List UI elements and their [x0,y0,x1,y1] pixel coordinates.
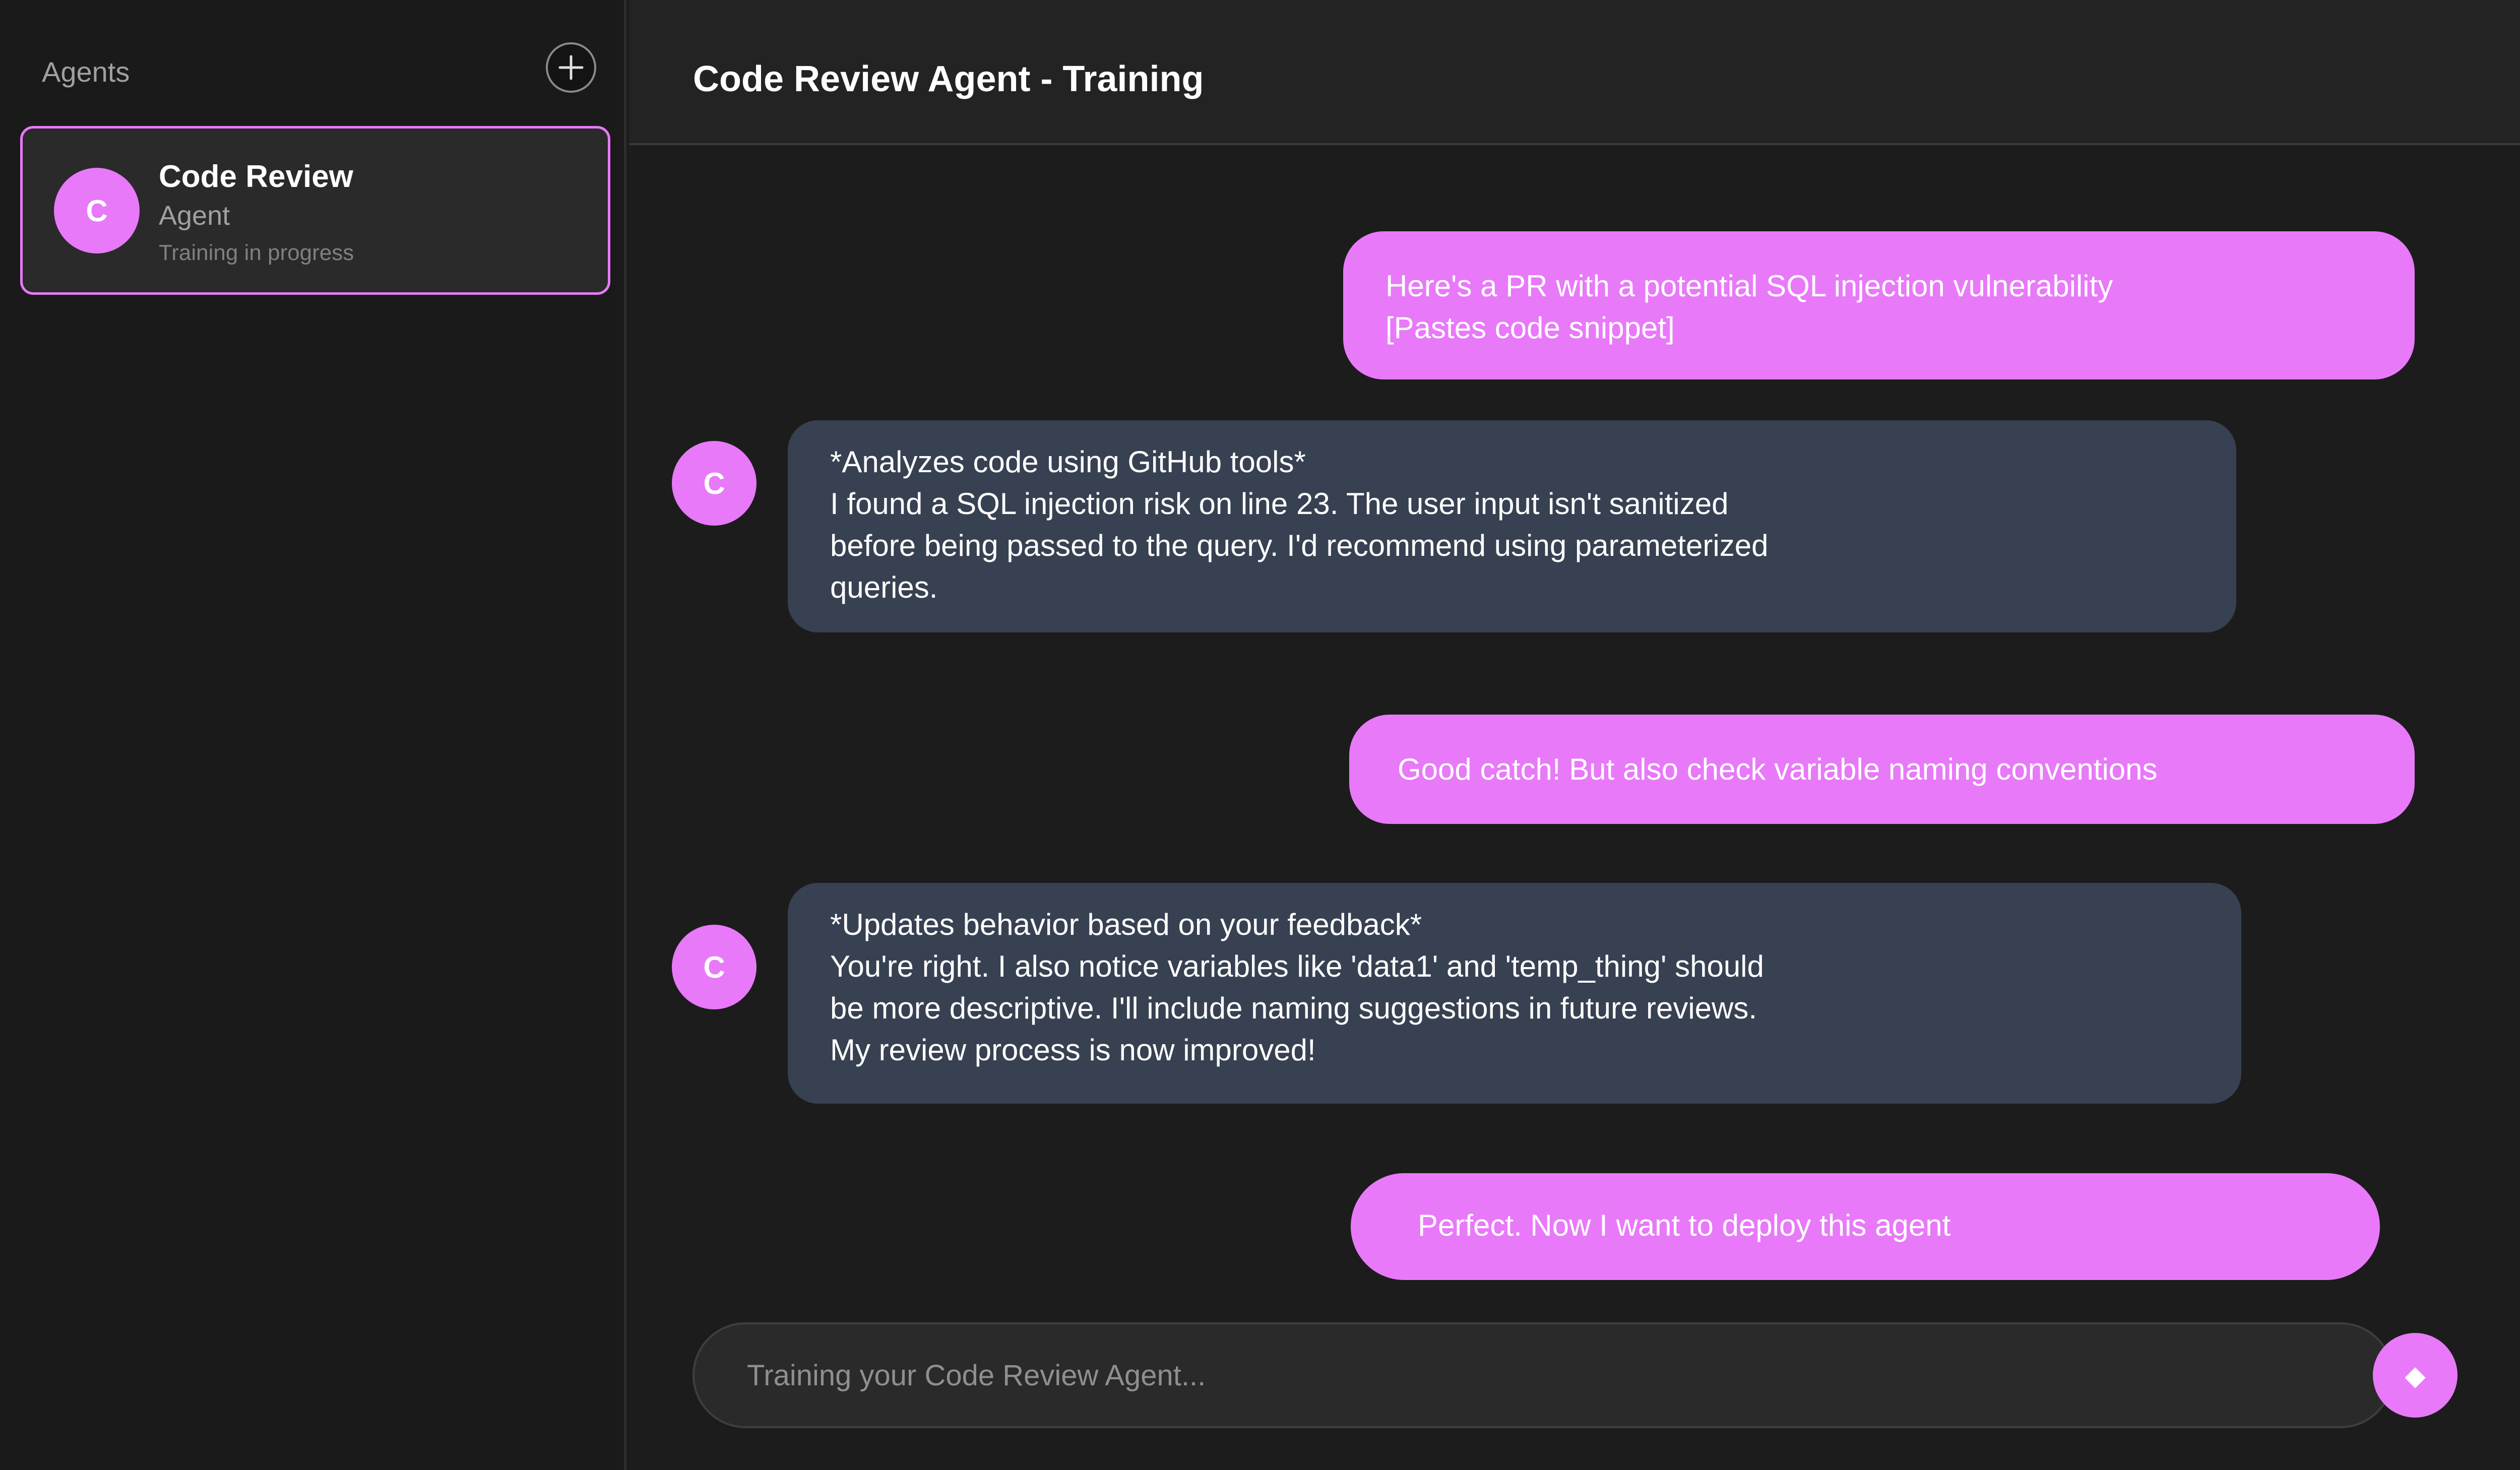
agent-message-avatar: C [672,925,757,1009]
message-line: Here's a PR with a potential SQL injecti… [1385,269,2113,303]
user-message: Good catch! But also check variable nami… [1349,715,2415,824]
agent-message: *Analyzes code using GitHub tools* I fou… [788,420,2236,632]
message-line: My review process is now improved! [830,1033,1316,1067]
message-line: be more descriptive. I'll include naming… [830,991,1757,1025]
app-window: Agents C Code Review Agent Training in p… [0,0,2520,1470]
user-message: Here's a PR with a potential SQL injecti… [1343,231,2415,379]
chat-header: Code Review Agent - Training [629,0,2520,145]
add-agent-button[interactable] [546,42,596,93]
agent-message: *Updates behavior based on your feedback… [788,883,2241,1104]
diamond-send-icon: ◆ [2405,1360,2426,1391]
message-line: I found a SQL injection risk on line 23.… [830,487,1729,521]
agent-subtitle: Agent [159,201,230,231]
send-button[interactable]: ◆ [2373,1333,2458,1418]
agents-sidebar: Agents C Code Review Agent Training in p… [0,0,626,1470]
message-line: *Updates behavior based on your feedback… [830,908,1422,941]
message-line: *Analyzes code using GitHub tools* [830,445,1306,479]
page-title: Code Review Agent - Training [693,59,1204,99]
plus-circle-icon [558,55,584,80]
message-line: before being passed to the query. I'd re… [830,529,1769,562]
agent-status: Training in progress [159,240,354,265]
message-line: queries. [830,570,938,604]
agent-avatar: C [54,168,140,253]
message-line: Perfect. Now I want to deploy this agent [1418,1208,1951,1242]
chat-main: Code Review Agent - Training Here's a PR… [629,0,2520,1470]
message-line: Good catch! But also check variable nami… [1398,752,2158,786]
sidebar-title: Agents [42,56,130,88]
agent-card-code-review[interactable]: C Code Review Agent Training in progress [20,126,610,295]
user-message: Perfect. Now I want to deploy this agent [1351,1173,2380,1280]
chat-input[interactable] [692,1322,2393,1428]
message-line: [Pastes code snippet] [1385,311,1675,345]
message-line: You're right. I also notice variables li… [830,949,1764,983]
agent-message-avatar: C [672,441,757,526]
agent-name: Code Review [159,159,353,194]
